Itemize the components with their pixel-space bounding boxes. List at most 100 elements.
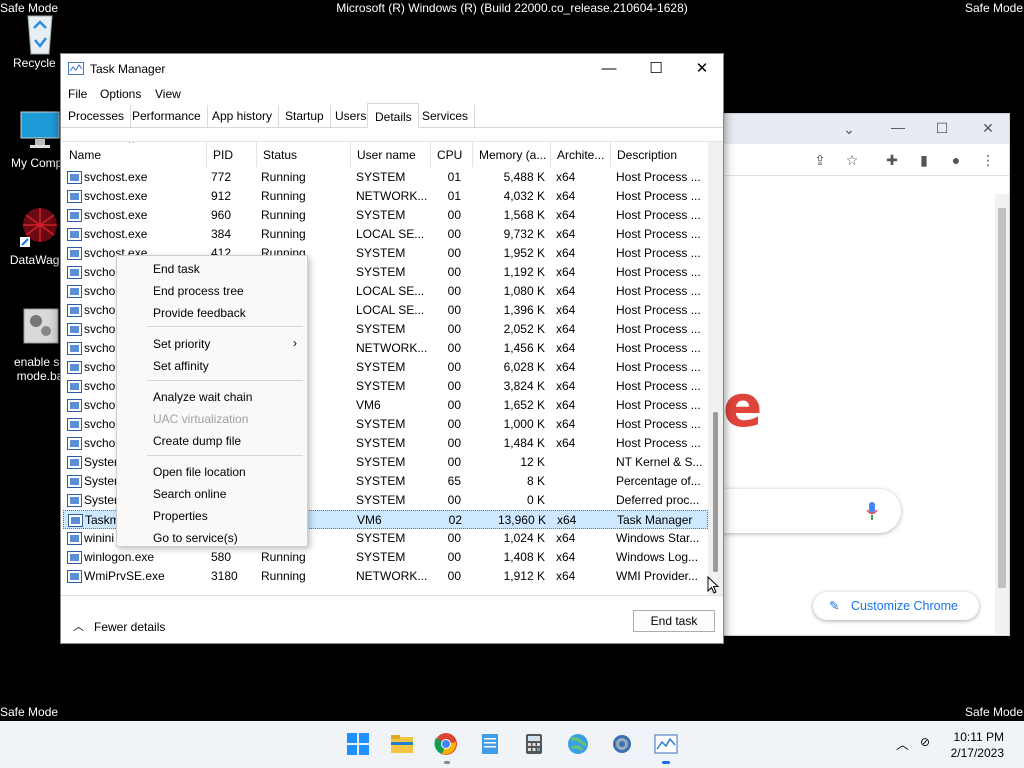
fewer-details-link[interactable]: Fewer details [94,620,165,634]
table-row[interactable]: svchost.exe 384 Running LOCAL SE... 00 9,732 … [63,225,708,244]
microphone-icon[interactable] [865,501,879,521]
column-header-status[interactable]: Status [257,142,351,167]
cell-name: svchost.exe [84,189,148,203]
maximize-button[interactable]: ☐ [633,54,679,83]
chrome-window[interactable]: ⌄ — ☐ ✕ ⇪ ☆ ✚ ▮ ● ⋮ e ✎ Customize Chrome [703,113,1010,636]
cell-user-name: LOCAL SE... [356,303,425,317]
close-icon[interactable]: ✕ [979,119,997,137]
taskbar: ︿ ⊘ 10:11 PM 2/17/2023 [0,721,1024,768]
minimize-button[interactable]: — [586,54,632,83]
menu-file[interactable]: File [68,87,87,101]
google-search-box[interactable] [703,489,901,533]
extensions-icon[interactable]: ✚ [883,151,901,169]
tab-services[interactable]: Services [415,105,476,128]
menu-view[interactable]: View [155,87,181,101]
menu-separator [147,455,303,456]
profile-icon[interactable]: ● [947,151,965,169]
file-explorer-icon[interactable] [390,732,414,756]
grid-scrollbar-thumb[interactable] [713,412,718,572]
menu-item-properties[interactable]: Properties [153,509,208,523]
chrome-scrollbar-thumb[interactable] [998,208,1006,588]
network-disconnected-icon[interactable]: ⊘ [920,735,930,749]
task-manager-footer: ︿ Fewer details End task [61,595,723,643]
customize-chrome-button[interactable]: ✎ Customize Chrome [813,592,979,620]
menu-separator [147,380,303,381]
tab-app-history[interactable]: App history [205,105,280,128]
share-icon[interactable]: ⇪ [811,151,829,169]
chevron-down-icon[interactable]: ⌄ [840,120,858,138]
menu-item-open-file-location[interactable]: Open file location [153,465,246,479]
process-icon [67,399,82,412]
task-manager-icon[interactable] [654,732,678,756]
cell-cpu: 00 [447,341,461,355]
cell-status: Running [261,208,306,222]
kebab-menu-icon[interactable]: ⋮ [979,151,997,169]
table-row[interactable]: WmiPrvSE.exe 3180 Running NETWORK... 00 1,912… [63,567,708,586]
process-icon [67,285,82,298]
star-icon[interactable]: ☆ [843,151,861,169]
notepad-icon[interactable] [478,732,502,756]
cell-architecture: x64 [556,417,576,431]
tab-startup[interactable]: Startup [278,105,331,128]
menu-item-set-affinity[interactable]: Set affinity [153,359,209,373]
chevron-up-icon[interactable]: ︿ [896,734,909,753]
tab-performance[interactable]: Performance [125,105,208,128]
cell-description: Host Process ... [616,284,701,298]
menu-item-analyze-wait-chain[interactable]: Analyze wait chain [153,390,252,404]
cell-cpu: 00 [447,436,461,450]
chrome-icon[interactable] [434,732,458,756]
cell-memory: 1,484 K [503,436,545,450]
maximize-icon[interactable]: ☐ [933,119,951,137]
end-task-button[interactable]: End task [633,610,715,632]
cell-user-name: SYSTEM [356,246,406,260]
network-globe-icon[interactable] [566,732,590,756]
table-row[interactable]: svchost.exe 912 Running NETWORK... 01 4,032 K… [63,187,708,206]
menu-bar: File Options View [61,83,723,105]
cell-cpu: 00 [447,246,461,260]
cell-pid: 912 [211,189,232,203]
calculator-icon[interactable] [522,732,546,756]
task-manager-title-bar[interactable]: Task Manager — ☐ ✕ [61,54,723,83]
tab-details[interactable]: Details [367,103,419,128]
system-clock[interactable]: 10:11 PM 2/17/2023 [951,729,1004,761]
column-header-description[interactable]: Description [611,142,707,167]
column-header-name[interactable]: Name ^ [63,142,207,167]
cell-memory: 12 K [520,455,545,469]
cell-user-name: SYSTEM [356,493,406,507]
menu-item-end-process-tree[interactable]: End process tree [153,284,244,298]
menu-options[interactable]: Options [100,87,141,101]
menu-item-set-priority[interactable]: Set priority [153,337,210,351]
table-row[interactable]: svchost.exe 960 Running SYSTEM 00 1,568 K x64 H… [63,206,708,225]
cell-name: svchost.exe [84,227,148,241]
column-header-user-name[interactable]: User name [351,142,431,167]
side-panel-icon[interactable]: ▮ [915,151,933,169]
cell-cpu: 00 [447,322,461,336]
tab-processes[interactable]: Processes [61,105,132,128]
cell-name: svchost.exe [84,170,148,184]
close-button[interactable]: ✕ [679,54,725,83]
chrome-scrollbar[interactable] [995,194,1009,634]
menu-item-provide-feedback[interactable]: Provide feedback [153,306,246,320]
window-title: Task Manager [90,62,166,76]
cell-description: Host Process ... [616,398,701,412]
chevron-up-icon[interactable]: ︿ [73,618,84,634]
column-header-memory[interactable]: Memory (a... [473,142,551,167]
cell-user-name: VM6 [356,398,381,412]
table-row[interactable]: winlogon.exe 580 Running SYSTEM 00 1,408 K x64… [63,548,708,567]
google-logo-fragment: e [723,372,763,440]
column-header-pid[interactable]: PID [207,142,257,167]
minimize-icon[interactable]: — [889,118,907,136]
table-row[interactable]: svchost.exe 772 Running SYSTEM 01 5,488 K x64 H… [63,168,708,187]
menu-item-create-dump-file[interactable]: Create dump file [153,434,241,448]
column-header-cpu[interactable]: CPU [431,142,473,167]
grid-vertical-scrollbar[interactable] [708,142,723,596]
start-icon[interactable] [346,732,370,756]
cell-user-name: SYSTEM [356,379,406,393]
menu-item-go-to-services[interactable]: Go to service(s) [153,531,238,545]
process-icon [67,190,82,203]
settings-gear-icon[interactable] [610,732,634,756]
menu-item-end-task[interactable]: End task [153,262,200,276]
menu-item-search-online[interactable]: Search online [153,487,226,501]
cell-cpu: 00 [447,398,461,412]
column-header-architecture[interactable]: Archite... [551,142,611,167]
